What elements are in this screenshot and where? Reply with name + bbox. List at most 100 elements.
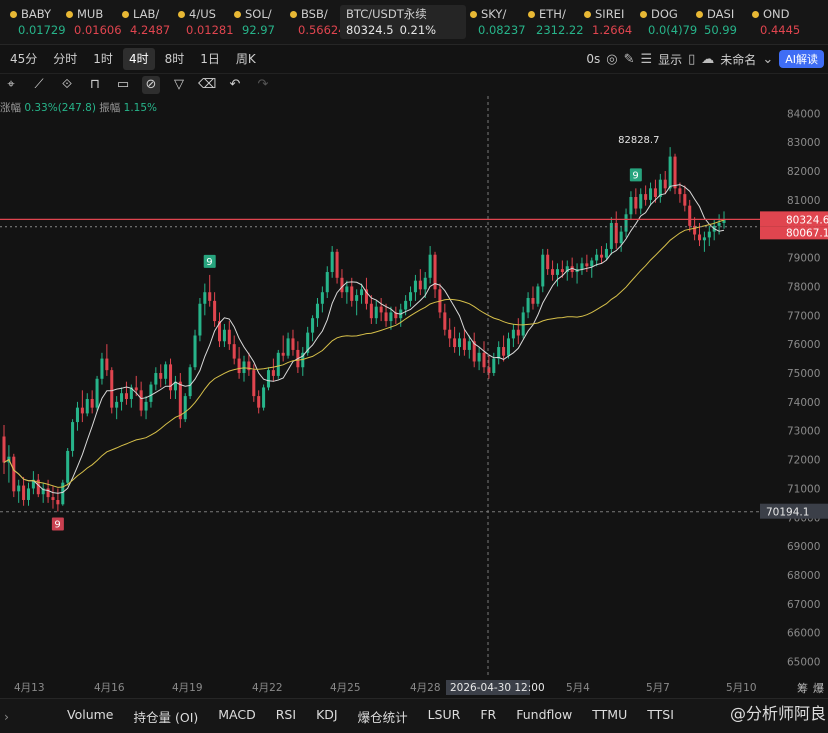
display-button[interactable]: 显示 <box>658 51 682 68</box>
ticker-price: 0.4445 <box>760 23 800 37</box>
ticker-price: 0.01606 <box>74 23 122 37</box>
note-icon[interactable]: ▭ <box>114 76 132 94</box>
ticker-name: LAB/ <box>122 5 170 23</box>
redo-icon[interactable]: ↷ <box>254 76 272 94</box>
y-tick-label: 79000 <box>787 253 820 265</box>
coin-icon <box>234 10 241 18</box>
camera-icon[interactable]: ◎ <box>606 52 617 67</box>
candle-body <box>26 488 31 500</box>
amplitude-label: 振幅 <box>99 102 121 114</box>
candle-body <box>110 370 114 408</box>
ticker-symbol: BABY <box>21 7 52 21</box>
magnet-icon[interactable]: ⊘ <box>142 76 160 94</box>
y-tick-label: 65000 <box>787 657 820 669</box>
timeframe-list: 45分 分时 1时 4时 8时 1日 周K <box>0 48 262 70</box>
indicator-3[interactable]: RSI <box>276 707 296 726</box>
ticker-10[interactable]: DOG 0.0(4)79 <box>640 5 697 39</box>
indicator-1[interactable]: 持仓量 (OI) <box>134 707 199 726</box>
ticker-2[interactable]: LAB/4.2487 <box>122 5 170 39</box>
indicator-2[interactable]: MACD <box>218 707 255 726</box>
ai-interpret-button[interactable]: AI解读 <box>779 50 824 68</box>
candle-body <box>374 306 378 319</box>
layout-name-dropdown[interactable]: 未命名 <box>720 51 756 68</box>
display-icon[interactable]: ☰ <box>640 52 652 67</box>
pencil-icon[interactable]: ✎ <box>624 52 635 67</box>
y-tick-label: 78000 <box>787 281 820 293</box>
high-price-label: 82828.7 <box>618 135 659 146</box>
second-price-label: 80067.1 <box>786 227 828 239</box>
candle-body <box>580 263 584 270</box>
candle-body <box>673 156 677 189</box>
candle-body <box>546 254 550 270</box>
candle-body <box>585 263 589 267</box>
layout-icon[interactable]: ▯ <box>688 52 695 67</box>
cloud-icon[interactable]: ☁ <box>701 52 714 67</box>
ticker-price-value: 0.4445 <box>760 23 801 37</box>
amplitude-value: 1.15% <box>123 102 157 114</box>
ticker-6[interactable]: BTC/USDT永续 80324.5 0.21% <box>340 5 466 39</box>
ticker-12[interactable]: OND 0.4445 <box>752 5 800 39</box>
x-tick-label: 4月19 <box>172 682 203 694</box>
candle-body <box>320 292 324 304</box>
candle-body <box>453 338 457 348</box>
candle-body <box>511 329 515 339</box>
ticker-0[interactable]: BABY 0.01729 <box>10 5 66 39</box>
timeframe-0[interactable]: 45分 <box>4 48 43 70</box>
ticker-price-value: 80324.5 <box>346 23 394 37</box>
candle-body <box>619 231 623 244</box>
timeframe-6[interactable]: 周K <box>230 48 262 70</box>
indicator-7[interactable]: FR <box>480 707 496 726</box>
candle-body <box>604 248 608 258</box>
candle-body <box>634 196 638 209</box>
zero-label[interactable]: 0s <box>586 52 600 66</box>
ticker-price: 0.08237 <box>478 23 526 37</box>
ticker-3[interactable]: 4/US 0.01281 <box>178 5 234 39</box>
right-label-chip: 筹 <box>797 681 808 695</box>
crosshair-icon[interactable]: ⌖ <box>2 76 20 94</box>
ticker-4[interactable]: SOL/92.97 <box>234 5 275 39</box>
ticker-1[interactable]: MUB 0.01606 <box>66 5 122 39</box>
timeframe-4[interactable]: 8时 <box>159 48 191 70</box>
undo-icon[interactable]: ↶ <box>226 76 244 94</box>
ticker-7[interactable]: SKY/0.08237 <box>470 5 526 39</box>
timeframe-3[interactable]: 4时 <box>122 48 155 70</box>
pattern-icon[interactable]: ⟐ <box>58 76 76 94</box>
ticker-8[interactable]: ETH/2312.22 <box>528 5 584 39</box>
candle-body <box>369 303 373 319</box>
price-chart[interactable]: 8400083000820008100080000790007800077000… <box>0 96 828 698</box>
y-tick-label: 67000 <box>787 599 820 611</box>
indicator-8[interactable]: Fundflow <box>516 707 572 726</box>
ticker-9[interactable]: SIREI 1.2664 <box>584 5 632 39</box>
timeframe-2[interactable]: 1时 <box>87 48 119 70</box>
chevron-down-icon[interactable]: ⌄ <box>762 52 773 67</box>
trendline-icon[interactable]: ⟋ <box>30 76 48 94</box>
candle-body <box>590 260 594 267</box>
trash-icon[interactable]: ⌫ <box>198 76 216 94</box>
filter-icon[interactable]: ▽ <box>170 76 188 94</box>
y-tick-label: 73000 <box>787 426 820 438</box>
x-tick-label: 5月7 <box>646 682 670 694</box>
timeframe-5[interactable]: 1日 <box>194 48 226 70</box>
ticker-11[interactable]: DASI 50.99 <box>696 5 737 39</box>
candle-body <box>678 188 682 195</box>
candle-body <box>252 370 256 397</box>
candle-body <box>139 390 143 411</box>
indicator-9[interactable]: TTMU <box>592 707 627 726</box>
indicator-0[interactable]: Volume <box>67 707 114 726</box>
timeframe-1[interactable]: 分时 <box>47 48 83 70</box>
candle-body <box>629 196 633 215</box>
ticker-price: 0.01729 <box>18 23 66 37</box>
indicator-4[interactable]: KDJ <box>316 707 338 726</box>
indicator-5[interactable]: 爆仓统计 <box>358 707 408 726</box>
indicator-6[interactable]: LSUR <box>428 707 461 726</box>
candle-body <box>497 347 501 359</box>
candle-body <box>555 269 559 275</box>
indicator-10[interactable]: TTSI <box>647 707 674 726</box>
ticker-price: 1.2664 <box>592 23 632 37</box>
info-line: 涨幅 0.33%(247.8) 振幅 1.15% <box>0 100 157 115</box>
ticker-5[interactable]: BSB/0.56624 <box>290 5 346 39</box>
candle-body <box>237 358 241 374</box>
candle-body <box>506 338 511 356</box>
lock-icon[interactable]: ⊓ <box>86 76 104 94</box>
ticker-price: 2312.22 <box>536 23 584 37</box>
